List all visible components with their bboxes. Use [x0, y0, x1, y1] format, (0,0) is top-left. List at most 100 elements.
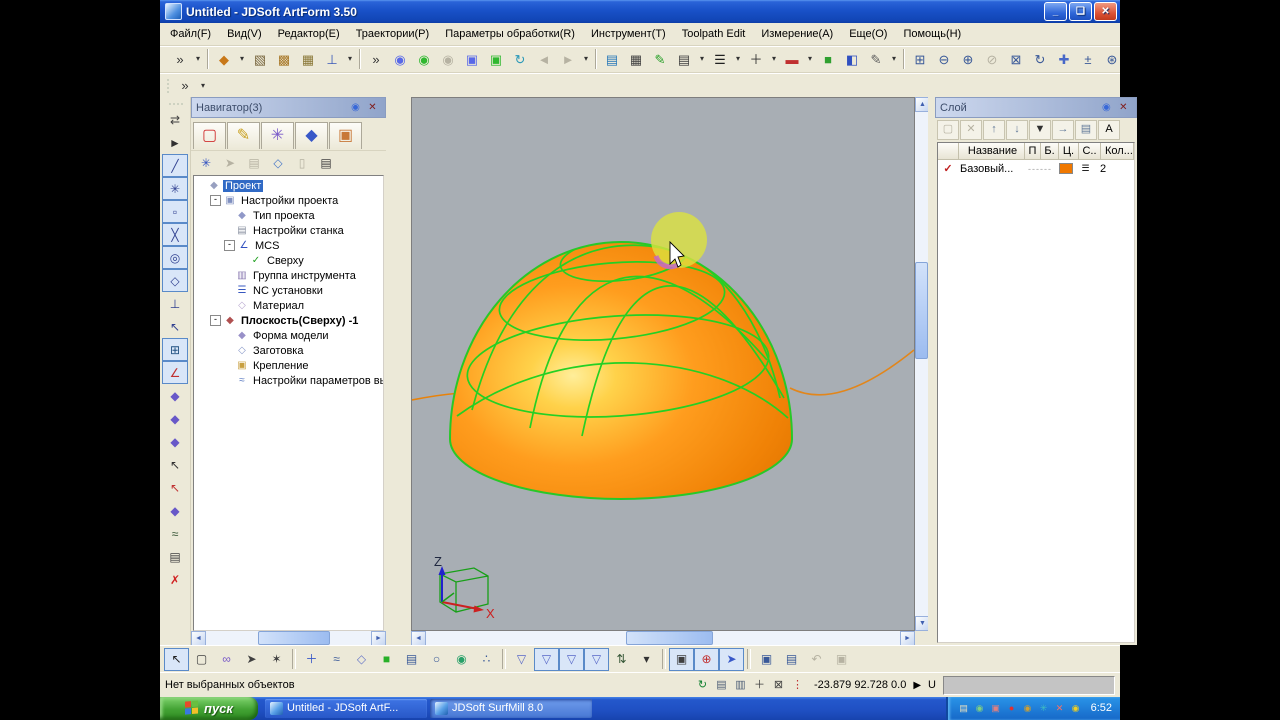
- tab-cam-icon[interactable]: ▣: [329, 121, 362, 149]
- light-blue-icon[interactable]: ◉: [388, 48, 412, 70]
- color-bars-icon[interactable]: ▬: [780, 48, 804, 70]
- dropdown-arrow-icon[interactable]: ▾: [888, 48, 900, 70]
- combined-view-icon[interactable]: ▦: [296, 48, 320, 70]
- minimize-button[interactable]: _: [1044, 2, 1067, 22]
- toggle-plus-icon[interactable]: ⊕: [694, 647, 719, 671]
- menu-toolpaths[interactable]: Траектории(P): [348, 25, 438, 43]
- tree-item[interactable]: ▣ Крепление: [194, 358, 383, 373]
- move-down-icon[interactable]: ↓: [1006, 119, 1028, 140]
- surface-b-icon[interactable]: ◆: [162, 407, 188, 430]
- tree-item[interactable]: - ▣ Настройки проекта: [194, 193, 383, 208]
- zoom-window-icon[interactable]: ⊞: [908, 48, 932, 70]
- marquee-select-icon[interactable]: ▢: [189, 648, 214, 671]
- delete-icon[interactable]: ✗: [162, 568, 188, 591]
- dropdown-arrow-icon[interactable]: ▾: [732, 48, 744, 70]
- volume-icon[interactable]: ◉: [1068, 700, 1084, 716]
- overflow-chevron-icon[interactable]: »: [173, 75, 197, 97]
- copy-icon[interactable]: ▤: [712, 676, 731, 694]
- wireframe-view-icon[interactable]: ▧: [248, 48, 272, 70]
- layer-visible-check-icon[interactable]: ✓: [938, 162, 958, 175]
- menu-tool[interactable]: Инструмент(T): [583, 25, 674, 43]
- light-green-icon[interactable]: ◉: [412, 48, 436, 70]
- media-film-icon[interactable]: ▤: [956, 700, 972, 716]
- tree-item[interactable]: ◇ Материал: [194, 298, 383, 313]
- tree-item[interactable]: ▤ Настройки станка: [194, 223, 383, 238]
- overflow-chevron-icon[interactable]: »: [168, 48, 192, 70]
- tree-item[interactable]: ☰ NC установки: [194, 283, 383, 298]
- dropdown-arrow-icon[interactable]: ▾: [634, 648, 659, 671]
- select-icon[interactable]: ↖: [164, 647, 189, 671]
- status-input-field[interactable]: [943, 675, 1115, 695]
- viewport-canvas[interactable]: Z X: [411, 97, 915, 632]
- table-icon[interactable]: ▤: [672, 48, 696, 70]
- pick-cloud-icon[interactable]: ∴: [474, 648, 499, 671]
- restore-button[interactable]: ❏: [1069, 2, 1092, 22]
- refresh-icon[interactable]: ↻: [693, 676, 712, 694]
- midpoint-icon[interactable]: ▫: [162, 200, 188, 224]
- sort-icon[interactable]: ⇅: [609, 648, 634, 671]
- track-icon[interactable]: ⋮: [788, 676, 807, 694]
- menu-file[interactable]: Файл(F): [162, 25, 219, 43]
- intersection-icon[interactable]: ╳: [162, 223, 188, 247]
- tree-item[interactable]: ≈ Настройки параметров вых: [194, 373, 383, 388]
- viewport-hscrollbar[interactable]: ◄ ►: [411, 631, 928, 647]
- copy-layer-icon[interactable]: ▤: [1075, 119, 1097, 140]
- chat-icon[interactable]: ◉: [972, 700, 988, 716]
- shaded-view-icon[interactable]: ▩: [272, 48, 296, 70]
- dropdown-arrow-icon[interactable]: ▾: [580, 48, 592, 70]
- security-shield-icon[interactable]: ●: [1004, 700, 1020, 716]
- goto-object-icon[interactable]: ➤: [719, 647, 744, 671]
- network-users-icon[interactable]: ✳: [1036, 700, 1052, 716]
- handle-circle-icon[interactable]: ◇: [162, 269, 188, 293]
- project-tree[interactable]: ◆ Проект - ▣ Настройки проекта ◆ Тип проекта ▤ Н…: [193, 175, 384, 632]
- zoom-out-icon[interactable]: ⊖: [932, 48, 956, 70]
- tree-item[interactable]: ▥ Группа инструмента: [194, 268, 383, 283]
- column-header-name[interactable]: Название: [959, 143, 1025, 161]
- grid-values-icon[interactable]: ▦: [624, 48, 648, 70]
- dropdown-arrow-icon[interactable]: ▾: [696, 48, 708, 70]
- toolbar-grip[interactable]: [165, 77, 170, 95]
- tree-item[interactable]: ✓ Сверху: [194, 253, 383, 268]
- pick-remove-icon[interactable]: ↖: [162, 476, 188, 499]
- pick-dot-icon[interactable]: ◉: [449, 648, 474, 671]
- scroll-thumb[interactable]: [626, 631, 713, 646]
- marquee-light-green-icon[interactable]: ▣: [484, 48, 508, 70]
- filter-mid-icon[interactable]: ▽: [559, 647, 584, 671]
- tree-item[interactable]: ◆ Тип проекта: [194, 208, 383, 223]
- scroll-thumb[interactable]: [915, 262, 928, 360]
- marquee-light-blue-icon[interactable]: ▣: [460, 48, 484, 70]
- task-button-artform[interactable]: Untitled - JDSoft ArtF...: [265, 698, 427, 718]
- column-header[interactable]: Б.: [1041, 143, 1059, 161]
- tree-item[interactable]: - ∠ MCS: [194, 238, 383, 253]
- tab-draw-tool-icon[interactable]: ✎: [227, 121, 260, 149]
- column-header[interactable]: [938, 143, 959, 161]
- menu-view[interactable]: Вид(V): [219, 25, 270, 43]
- scroll-left-icon[interactable]: ◄: [411, 631, 426, 647]
- zoom-plusminus-icon[interactable]: ±: [1076, 48, 1100, 70]
- dropdown-arrow-icon[interactable]: ▾: [768, 48, 780, 70]
- surface-pick-icon[interactable]: ◆: [162, 499, 188, 522]
- navigator-hscrollbar[interactable]: ◄ ►: [191, 631, 386, 647]
- dropdown-arrow-icon[interactable]: ▾: [344, 48, 356, 70]
- close-button[interactable]: ✕: [1094, 2, 1117, 22]
- pick-pen-icon[interactable]: ✎: [648, 48, 672, 70]
- pick-add-icon[interactable]: ↖: [162, 453, 188, 476]
- curve-pick-icon[interactable]: ≈: [162, 522, 188, 545]
- layer-color-swatch[interactable]: [1058, 163, 1073, 175]
- add-point-icon[interactable]: ＋: [299, 648, 324, 671]
- pick-solid-icon[interactable]: ▤: [399, 648, 424, 671]
- tab-art-model-icon[interactable]: ✳: [261, 121, 294, 149]
- stack-icon[interactable]: ▥: [731, 676, 750, 694]
- zoom-in-icon[interactable]: ⊕: [956, 48, 980, 70]
- play-icon[interactable]: ▶: [913, 680, 921, 691]
- pages-icon[interactable]: ▤: [600, 48, 624, 70]
- move-to-layer-icon[interactable]: →: [1052, 119, 1074, 140]
- dropdown-arrow-icon[interactable]: ▾: [236, 48, 248, 70]
- pan-icon[interactable]: ✚: [1052, 48, 1076, 70]
- tree-item[interactable]: ◇ Заготовка: [194, 343, 383, 358]
- polyline-icon[interactable]: ✳: [162, 177, 188, 201]
- swap-arrows-icon[interactable]: ⇄: [162, 108, 188, 131]
- scroll-thumb[interactable]: [258, 631, 330, 646]
- curve-select-icon[interactable]: ➤: [239, 648, 264, 671]
- isolate-box-icon[interactable]: ▣: [669, 647, 694, 671]
